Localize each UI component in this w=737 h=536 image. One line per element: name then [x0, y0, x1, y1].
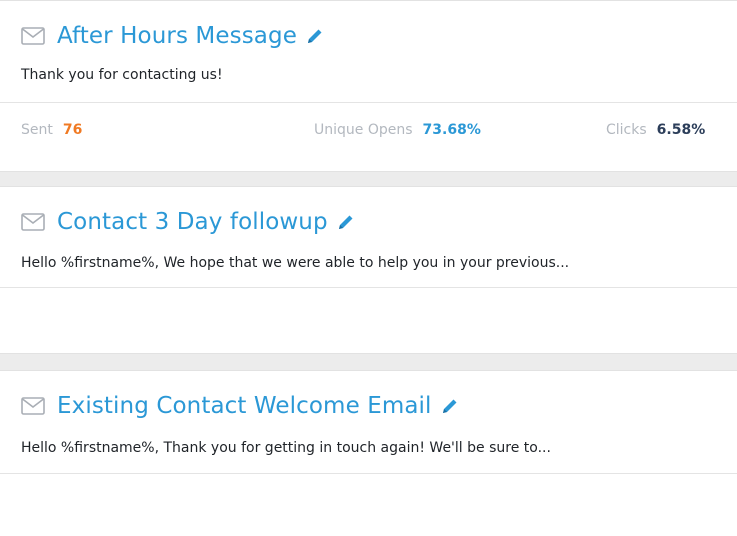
divider — [0, 287, 737, 288]
stat-sent-label: Sent — [21, 122, 53, 138]
pencil-icon[interactable] — [337, 213, 355, 231]
stat-unique-opens: Unique Opens 73.68% — [314, 122, 481, 138]
message-card[interactable]: After Hours Message Thank you for contac… — [0, 0, 737, 172]
pencil-icon[interactable] — [306, 27, 324, 45]
stat-sent: Sent 76 — [21, 122, 82, 138]
message-preview: Thank you for contacting us! — [21, 67, 223, 83]
divider — [0, 102, 737, 103]
message-preview: Hello %firstname%, Thank you for getting… — [21, 440, 551, 456]
divider — [0, 473, 737, 474]
pencil-icon[interactable] — [441, 397, 459, 415]
mail-icon — [21, 213, 45, 231]
stat-clicks: Clicks 6.58% — [606, 122, 705, 138]
stat-clicks-label: Clicks — [606, 122, 647, 138]
stat-clicks-value: 6.58% — [656, 122, 706, 138]
stat-opens-value: 73.68% — [422, 122, 481, 138]
message-title-row: After Hours Message — [21, 20, 324, 52]
message-title-row: Contact 3 Day followup — [21, 206, 355, 238]
stat-sent-value: 76 — [62, 122, 83, 138]
stat-opens-label: Unique Opens — [314, 122, 413, 138]
mail-icon — [21, 397, 45, 415]
message-card[interactable]: Contact 3 Day followup Hello %firstname%… — [0, 186, 737, 354]
message-title[interactable]: Contact 3 Day followup — [57, 209, 328, 235]
mail-icon — [21, 27, 45, 45]
message-title[interactable]: Existing Contact Welcome Email — [57, 393, 432, 419]
message-title[interactable]: After Hours Message — [57, 23, 297, 49]
message-preview: Hello %firstname%, We hope that we were … — [21, 255, 570, 271]
message-card[interactable]: Existing Contact Welcome Email Hello %fi… — [0, 370, 737, 536]
message-title-row: Existing Contact Welcome Email — [21, 390, 459, 422]
